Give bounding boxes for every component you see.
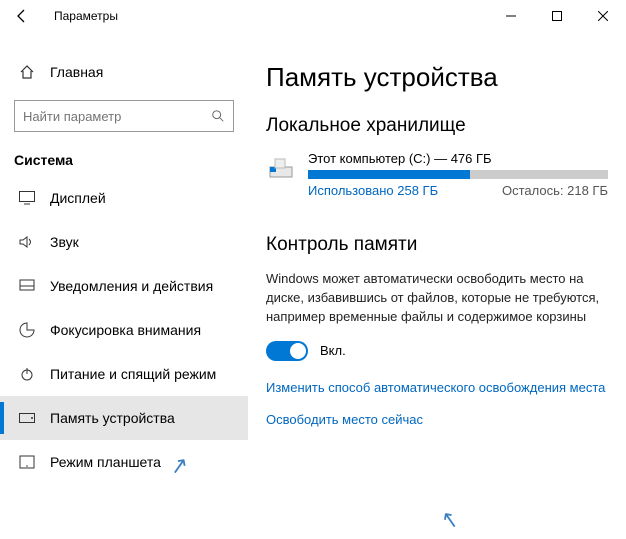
drive-row[interactable]: Этот компьютер (C:) — 476 ГБ Использован… [266, 151, 608, 198]
home-label: Главная [50, 64, 103, 80]
search-icon [211, 109, 225, 123]
home-nav[interactable]: Главная [0, 58, 248, 86]
main-content: Память устройства Локальное хранилище Эт… [248, 32, 626, 539]
nav-label: Память устройства [50, 410, 175, 426]
free-up-now-link[interactable]: Освободить место сейчас [266, 411, 608, 429]
back-arrow-icon [14, 8, 30, 24]
local-storage-heading: Локальное хранилище [266, 115, 608, 137]
sidebar-item-power[interactable]: Питание и спящий режим [0, 352, 248, 396]
sidebar-item-sound[interactable]: Звук [0, 220, 248, 264]
window-title: Параметры [54, 9, 118, 23]
storage-sense-heading: Контроль памяти [266, 234, 608, 256]
sidebar-item-storage[interactable]: Память устройства [0, 396, 248, 440]
change-auto-free-link[interactable]: Изменить способ автоматического освобожд… [266, 379, 608, 397]
nav-label: Дисплей [50, 190, 106, 206]
sidebar-item-tablet[interactable]: Режим планшета [0, 440, 248, 484]
sidebar-item-notifications[interactable]: Уведомления и действия [0, 264, 248, 308]
nav-label: Питание и спящий режим [50, 366, 216, 382]
home-icon [18, 64, 36, 80]
minimize-button[interactable] [488, 1, 534, 31]
search-box[interactable] [14, 100, 234, 132]
nav-label: Режим планшета [50, 454, 161, 470]
sidebar-item-display[interactable]: Дисплей [0, 176, 248, 220]
sidebar: Главная Система Дисплей Звук Уведо [0, 32, 248, 539]
back-button[interactable] [8, 2, 36, 30]
used-space-link[interactable]: Использовано 258 ГБ [308, 183, 438, 198]
search-input[interactable] [23, 109, 185, 124]
toggle-state-label: Вкл. [320, 343, 346, 358]
power-icon [18, 366, 36, 382]
maximize-button[interactable] [534, 1, 580, 31]
sidebar-section-label: Система [0, 150, 248, 176]
tablet-icon [18, 455, 36, 469]
sidebar-item-focus[interactable]: Фокусировка внимания [0, 308, 248, 352]
focus-icon [18, 322, 36, 338]
nav-label: Звук [50, 234, 79, 250]
nav-label: Уведомления и действия [50, 278, 213, 294]
storage-bar [308, 170, 608, 179]
display-icon [18, 191, 36, 205]
sound-icon [18, 235, 36, 249]
notifications-icon [18, 279, 36, 293]
minimize-icon [506, 11, 516, 21]
free-space-label: Осталось: 218 ГБ [502, 183, 608, 198]
storage-icon [18, 413, 36, 423]
drive-icon [266, 151, 296, 183]
close-icon [598, 11, 608, 21]
page-title: Память устройства [266, 62, 608, 93]
storage-sense-description: Windows может автоматически освободить м… [266, 270, 608, 327]
maximize-icon [552, 11, 562, 21]
drive-name: Этот компьютер (C:) — 476 ГБ [308, 151, 608, 166]
storage-sense-toggle[interactable] [266, 341, 308, 361]
close-button[interactable] [580, 1, 626, 31]
nav-label: Фокусировка внимания [50, 322, 201, 338]
